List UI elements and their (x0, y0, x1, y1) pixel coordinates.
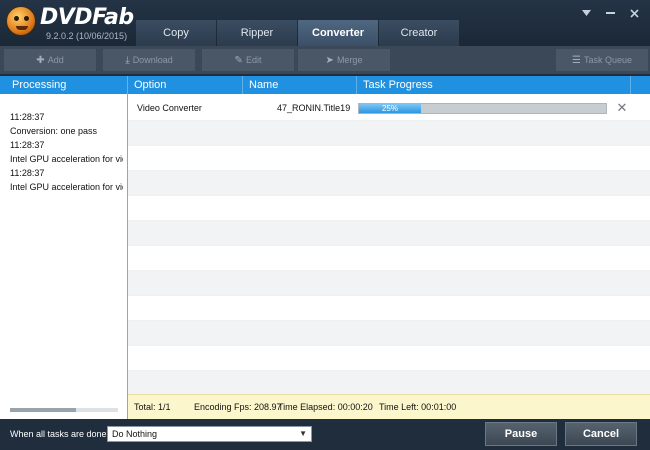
when-done-label: When all tasks are done: (10, 429, 110, 439)
scrollbar-thumb[interactable] (10, 408, 76, 412)
table-row (128, 171, 650, 196)
table-row (128, 146, 650, 171)
log-line: Intel GPU acceleration for video (10, 154, 123, 164)
table-row (128, 246, 650, 271)
task-name: 47_RONIN.Title19 (277, 103, 351, 113)
tab-converter[interactable]: Converter (298, 20, 378, 46)
task-option: Video Converter (137, 103, 202, 113)
status-total: Total: 1/1 (134, 402, 171, 412)
log-line: Conversion: one pass (10, 126, 98, 136)
task-queue-button[interactable]: ☰ Task Queue (556, 49, 648, 71)
close-icon[interactable] (622, 4, 646, 22)
column-option[interactable]: Option (134, 76, 166, 94)
status-fps: Encoding Fps: 208.97 (194, 402, 282, 412)
window-controls (574, 4, 646, 22)
table-row (128, 371, 650, 396)
edit-button[interactable]: ✎ Edit (202, 49, 294, 71)
log-line: Intel GPU acceleration for video (10, 182, 123, 192)
merge-label: Merge (336, 55, 363, 65)
download-icon: ⤓ (125, 54, 130, 66)
pause-button[interactable]: Pause (485, 422, 557, 446)
edit-icon: ✎ (234, 54, 243, 66)
column-divider (630, 76, 631, 94)
remove-task-icon[interactable]: ✕ (615, 101, 629, 115)
footer-bar: When all tasks are done: Do Nothing ▼ Pa… (0, 419, 650, 450)
processing-panel: Processing 11:28:37 Conversion: one pass… (0, 76, 128, 419)
app-logo: DVDFab 9.2.0.2 (10/06/2015) (6, 4, 134, 42)
column-divider (242, 76, 243, 94)
tab-ripper[interactable]: Ripper (217, 20, 297, 46)
log-line: 11:28:37 (10, 112, 45, 122)
table-row[interactable]: Video Converter 47_RONIN.Title19 25% ✕ (128, 96, 650, 121)
when-done-select[interactable]: Do Nothing ▼ (107, 426, 312, 442)
download-button[interactable]: ⤓ Download (103, 49, 195, 71)
horizontal-scrollbar[interactable] (10, 408, 118, 412)
task-table: Option Name Task Progress Video Converte… (128, 76, 650, 419)
status-bar: Total: 1/1 Encoding Fps: 208.97 Time Ela… (128, 394, 650, 419)
merge-button[interactable]: ➤ Merge (298, 49, 390, 71)
table-row (128, 271, 650, 296)
column-name[interactable]: Name (249, 76, 278, 94)
table-row (128, 346, 650, 371)
plus-icon: ✚ (36, 54, 45, 66)
table-row (128, 196, 650, 221)
column-divider (356, 76, 357, 94)
task-progress-bar: 25% (358, 103, 607, 114)
table-row (128, 221, 650, 246)
mode-tabs: Copy Ripper Converter Creator (136, 20, 460, 46)
table-row (128, 321, 650, 346)
dvdfab-logo-icon (6, 6, 36, 36)
title-bar: DVDFab 9.2.0.2 (10/06/2015) Copy Ripper … (0, 0, 650, 46)
app-version: 9.2.0.2 (10/06/2015) (46, 31, 128, 41)
dvdfab-window: DVDFab 9.2.0.2 (10/06/2015) Copy Ripper … (0, 0, 650, 450)
table-header: Option Name Task Progress (128, 76, 650, 94)
task-queue-label: Task Queue (583, 55, 632, 65)
status-elapsed: Time Elapsed: 00:00:20 (278, 402, 373, 412)
add-button[interactable]: ✚ Add (4, 49, 96, 71)
task-rows: Video Converter 47_RONIN.Title19 25% ✕ (128, 96, 650, 396)
column-task-progress[interactable]: Task Progress (363, 76, 433, 94)
table-row (128, 296, 650, 321)
tab-creator[interactable]: Creator (379, 20, 459, 46)
log-line: 11:28:37 (10, 140, 45, 150)
app-name: DVDFab (40, 5, 134, 30)
log-line: 11:28:37 (10, 168, 45, 178)
add-label: Add (47, 55, 64, 65)
edit-label: Edit (245, 55, 262, 65)
toolbar: ✚ Add ⤓ Download ✎ Edit ➤ Merge ☰ Task Q… (0, 46, 650, 74)
processing-header: Processing (0, 76, 127, 94)
download-label: Download (132, 55, 173, 65)
dropdown-arrow-icon: ▼ (299, 429, 307, 438)
minimize-icon[interactable] (598, 4, 622, 22)
status-time-left: Time Left: 00:01:00 (379, 402, 457, 412)
chevron-down-icon[interactable] (574, 4, 598, 22)
when-done-value: Do Nothing (112, 429, 158, 439)
progress-label: 25% (381, 104, 398, 113)
merge-icon: ➤ (325, 54, 334, 66)
list-icon: ☰ (572, 54, 581, 66)
table-row (128, 121, 650, 146)
tab-copy[interactable]: Copy (136, 20, 216, 46)
cancel-button[interactable]: Cancel (565, 422, 637, 446)
processing-log: 11:28:37 Conversion: one pass 11:28:37 I… (0, 94, 127, 194)
